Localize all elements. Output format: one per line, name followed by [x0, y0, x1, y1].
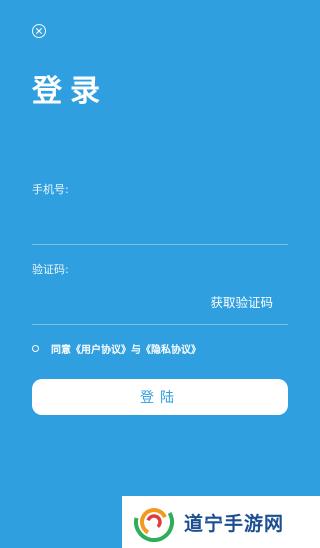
agree-radio-icon[interactable]	[32, 345, 39, 352]
agreement-row[interactable]: 同意《用户协议》与《隐私协议》	[32, 341, 201, 356]
close-icon	[36, 28, 42, 34]
phone-divider	[32, 244, 288, 245]
login-button[interactable]: 登陆	[32, 379, 288, 415]
code-divider	[32, 324, 288, 325]
phone-input[interactable]	[32, 212, 288, 238]
close-button[interactable]	[32, 24, 46, 38]
watermark-text: 道宁手游网	[184, 512, 285, 535]
code-input[interactable]	[32, 290, 202, 316]
get-code-button[interactable]: 获取验证码	[210, 292, 273, 311]
phone-label: 手机号:	[32, 183, 69, 196]
watermark: 道宁手游网	[122, 496, 320, 548]
watermark-logo-icon	[134, 502, 174, 542]
code-label: 验证码:	[32, 263, 69, 276]
agreement-text: 同意《用户协议》与《隐私协议》	[51, 345, 201, 356]
page-title: 登录	[32, 74, 108, 109]
